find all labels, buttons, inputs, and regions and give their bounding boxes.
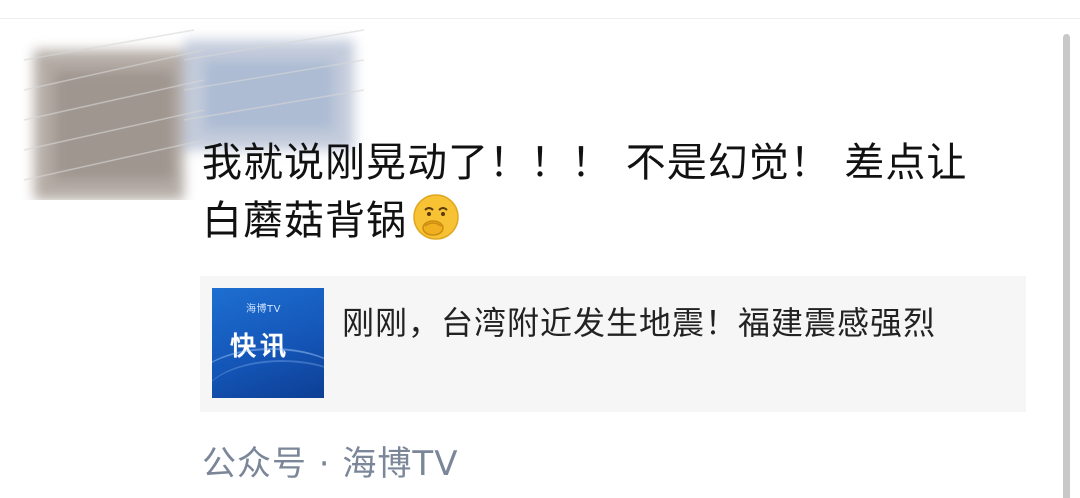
top-divider — [0, 18, 1080, 19]
shared-article-card[interactable]: 海博TV 快讯 刚刚，台湾附近发生地震！福建震感强烈 — [200, 276, 1026, 412]
post-text-line-1: 我就说刚晃动了！！！ 不是幻觉！ 差点让 — [202, 140, 968, 186]
article-thumbnail: 海博TV 快讯 — [212, 288, 324, 398]
post-text-line-2-text: 白蘑菇背锅 — [202, 198, 407, 244]
thinking-face-icon — [411, 192, 461, 242]
post-text-line-2: 白蘑菇背锅 — [202, 192, 1022, 250]
source-account-link[interactable]: 公众号 · 海博TV — [202, 436, 458, 485]
scrollbar[interactable] — [1063, 34, 1070, 498]
post-content: 我就说刚晃动了！！！ 不是幻觉！ 差点让 白蘑菇背锅 — [202, 134, 1022, 250]
article-title: 刚刚，台湾附近发生地震！福建震感强烈 — [342, 304, 937, 342]
thumbnail-logo: 海博TV — [246, 304, 281, 315]
